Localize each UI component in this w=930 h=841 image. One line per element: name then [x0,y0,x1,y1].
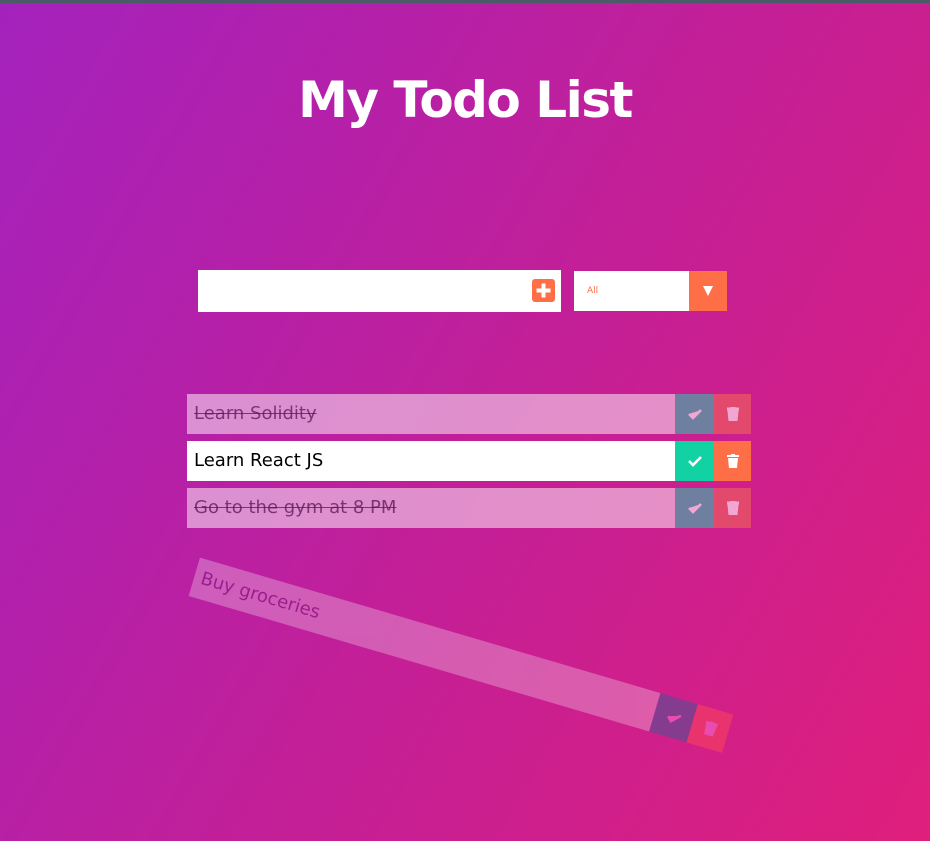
filter-dropdown-button[interactable] [689,271,727,311]
todo-text: Buy groceries [188,557,661,732]
window-top-border [0,0,930,3]
todo-text: Learn Solidity [187,394,675,434]
todo-item: Learn React JS [187,441,751,481]
delete-button[interactable] [714,488,751,528]
add-todo-button[interactable] [532,279,555,302]
plus-icon [536,283,551,298]
trash-icon [726,501,739,515]
check-icon [687,503,702,514]
triangle-down-icon [703,286,713,296]
complete-button[interactable] [675,488,714,528]
todo-text: Go to the gym at 8 PM [187,488,675,528]
todo-item: Go to the gym at 8 PM [187,488,751,528]
check-icon [687,409,702,420]
complete-button[interactable] [675,394,714,434]
page-title: My Todo List [298,71,633,129]
todo-item: Learn Solidity [187,394,751,434]
trash-icon [726,454,739,468]
trash-icon [726,407,739,421]
check-icon [687,456,702,467]
delete-button[interactable] [714,441,751,481]
filter-select[interactable]: All [574,271,727,311]
trash-icon [703,720,718,737]
delete-button[interactable] [714,394,751,434]
todo-input[interactable] [198,270,561,312]
todo-item-falling: Buy groceries [188,557,734,753]
filter-selected-value: All [587,286,599,296]
complete-button[interactable] [675,441,714,481]
todo-text: Learn React JS [187,441,675,481]
check-icon [666,714,681,723]
